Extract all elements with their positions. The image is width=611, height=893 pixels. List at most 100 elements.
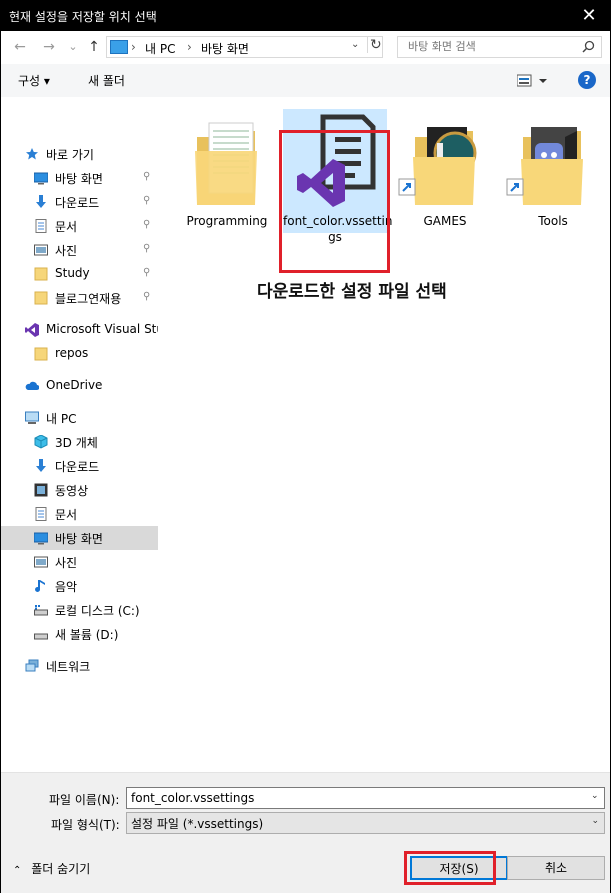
sidebar-item-visual-studio[interactable]: Microsoft Visual Stuc — [1, 318, 171, 342]
sidebar-item-study[interactable]: Study ⚲ — [1, 262, 158, 286]
search-box[interactable] — [397, 36, 602, 58]
folder-icon — [34, 291, 48, 305]
drive-icon — [34, 633, 48, 640]
file-item-label: GAMES — [423, 214, 467, 228]
sidebar-item-repos[interactable]: repos — [1, 342, 158, 366]
folder-icon — [34, 267, 48, 281]
file-item-games[interactable]: GAMES — [393, 109, 497, 233]
file-item-programming[interactable]: Programming — [175, 109, 279, 233]
sidebar-item-drive-c[interactable]: 로컬 디스크 (C:) — [1, 598, 158, 622]
sidebar-item-label: 다운로드 — [55, 196, 100, 210]
sidebar-item-desktop[interactable]: 바탕 화면 ⚲ — [1, 166, 158, 190]
hide-folders-label: 폴더 숨기기 — [31, 862, 91, 876]
document-icon — [35, 507, 47, 521]
sidebar-item-pc-documents[interactable]: 문서 — [1, 502, 158, 526]
dialog-client: ← → ⌄ ↑ › 내 PC › 바탕 화면 ⌄ ↻ 바탕 화면 검색 구성 ▾… — [1, 31, 610, 893]
filetype-label: 파일 형식(T): — [51, 818, 120, 832]
hide-folders-button[interactable]: ⌃ 폴더 숨기기 — [13, 860, 90, 877]
sidebar-item-label: Study — [55, 266, 90, 280]
sidebar-item-network[interactable]: 네트워크 — [1, 654, 158, 678]
sidebar-item-quick-access[interactable]: 바로 가기 — [1, 142, 158, 166]
help-button[interactable]: ? — [578, 71, 596, 89]
sidebar-item-label: 바탕 화면 — [55, 532, 103, 546]
desktop-icon — [34, 172, 48, 185]
breadcrumb-item[interactable]: 내 PC — [145, 40, 175, 57]
search-input[interactable] — [406, 39, 580, 54]
sidebar-item-label: 바로 가기 — [46, 148, 94, 162]
download-icon — [36, 459, 46, 472]
folder-shortcut-icon — [506, 127, 583, 205]
chevron-down-icon[interactable]: ⌄ — [351, 39, 359, 50]
file-item-tools[interactable]: Tools — [501, 109, 605, 233]
back-button[interactable]: ← — [10, 37, 30, 57]
sidebar-item-label: 내 PC — [46, 412, 77, 426]
chevron-down-icon: ⌄ — [591, 816, 599, 826]
sidebar-item-pictures[interactable]: 사진 ⚲ — [1, 238, 158, 262]
picture-icon — [34, 244, 48, 256]
filename-field[interactable] — [126, 787, 605, 809]
close-button[interactable]: ✕ — [567, 0, 611, 31]
sidebar-item-music[interactable]: 음악 — [1, 574, 158, 598]
view-options-icon[interactable] — [517, 74, 547, 88]
network-icon — [25, 659, 39, 672]
up-button[interactable]: ↑ — [84, 37, 104, 57]
sidebar-item-label: repos — [55, 346, 89, 360]
navigation-pane: 바로 가기 바탕 화면 ⚲ 다운로드 ⚲ 문서 ⚲ 사진 ⚲ Study ⚲ 블… — [1, 97, 171, 772]
folder-shortcut-icon — [398, 127, 477, 205]
new-folder-button[interactable]: 새 폴더 — [88, 72, 125, 89]
chevron-down-icon[interactable]: ⌄ — [591, 791, 599, 801]
pin-icon: ⚲ — [143, 243, 151, 254]
sidebar-item-3d-objects[interactable]: 3D 개체 — [1, 430, 158, 454]
file-item-label: Programming — [186, 214, 268, 228]
address-bar[interactable]: › 내 PC › 바탕 화면 ⌄ ↻ — [106, 36, 383, 58]
highlight-box — [279, 130, 390, 273]
pin-icon: ⚲ — [143, 195, 151, 206]
pin-icon: ⚲ — [143, 291, 151, 302]
breadcrumb-item[interactable]: 바탕 화면 — [201, 40, 249, 57]
organize-button[interactable]: 구성 ▾ — [18, 72, 50, 89]
filetype-value: 설정 파일 (*.vssettings) — [131, 817, 264, 831]
sidebar-item-label: 블로그연재용 — [55, 292, 122, 306]
document-icon — [35, 219, 47, 233]
sidebar-item-pc-desktop[interactable]: 바탕 화면 — [1, 526, 158, 550]
breadcrumb-separator-icon: › — [131, 40, 136, 54]
sidebar-item-label: 음악 — [55, 580, 78, 594]
picture-icon — [34, 556, 48, 568]
cloud-icon — [25, 381, 39, 390]
command-bar: 구성 ▾ 새 폴더 ? — [1, 64, 610, 98]
sidebar-item-blog[interactable]: 블로그연재용 ⚲ — [1, 286, 158, 310]
forward-button[interactable]: → — [39, 37, 59, 57]
sidebar-item-drive-d[interactable]: 새 볼륨 (D:) — [1, 622, 158, 646]
computer-icon — [110, 40, 128, 54]
save-dialog-window: 현재 설정을 저장할 위치 선택 ✕ ← → ⌄ ↑ › 내 PC › 바탕 화… — [0, 0, 611, 893]
window-title: 현재 설정을 저장할 위치 선택 — [9, 10, 157, 24]
cube-icon — [34, 435, 48, 449]
sidebar-item-label: 네트워크 — [46, 660, 91, 674]
filetype-select[interactable]: 설정 파일 (*.vssettings) ⌄ — [126, 812, 605, 834]
sidebar-item-documents[interactable]: 문서 ⚲ — [1, 214, 158, 238]
sidebar-item-label: 3D 개체 — [55, 436, 98, 450]
sidebar-item-label: 사진 — [55, 556, 78, 570]
search-icon[interactable] — [582, 40, 595, 53]
sidebar-item-pc-pictures[interactable]: 사진 — [1, 550, 158, 574]
sidebar-item-label: 사진 — [55, 244, 78, 258]
sidebar-item-label: Microsoft Visual Stuc — [46, 322, 171, 336]
sidebar-item-onedrive[interactable]: OneDrive — [1, 374, 158, 398]
pin-icon: ⚲ — [143, 171, 151, 182]
download-icon — [36, 195, 46, 208]
sidebar-item-label: 로컬 디스크 (C:) — [55, 604, 140, 618]
sidebar-item-pc-downloads[interactable]: 다운로드 — [1, 454, 158, 478]
sidebar-item-label: 문서 — [55, 220, 78, 234]
video-icon — [34, 483, 48, 497]
visual-studio-icon — [25, 323, 39, 337]
cancel-button[interactable]: 취소 — [507, 856, 605, 880]
sidebar-item-downloads[interactable]: 다운로드 ⚲ — [1, 190, 158, 214]
sidebar-item-videos[interactable]: 동영상 — [1, 478, 158, 502]
drive-icon — [34, 605, 48, 616]
recent-locations-button[interactable]: ⌄ — [63, 37, 83, 57]
sidebar-item-this-pc[interactable]: 내 PC — [1, 406, 158, 430]
computer-icon — [25, 411, 39, 424]
highlight-box — [404, 851, 496, 885]
star-icon — [26, 148, 38, 160]
refresh-icon[interactable]: ↻ — [367, 37, 386, 53]
